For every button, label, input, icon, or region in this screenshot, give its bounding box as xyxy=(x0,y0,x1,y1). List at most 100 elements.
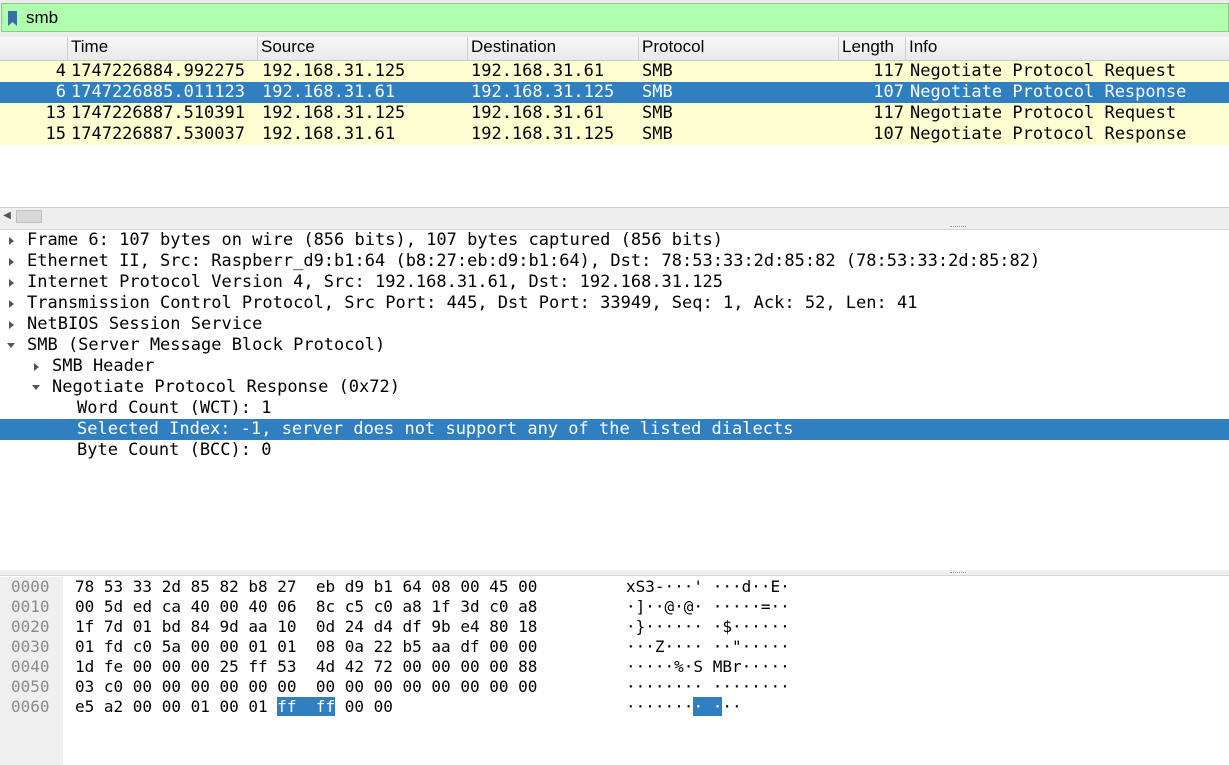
packet-time: 1747226887.530037 xyxy=(71,124,245,144)
packet-protocol: SMB xyxy=(642,82,673,102)
tree-item-label: Frame 6: 107 bytes on wire (856 bits), 1… xyxy=(27,230,723,250)
ascii-bytes[interactable]: ········ ··· xyxy=(626,697,742,716)
hex-bytes[interactable]: 03 c0 00 00 00 00 00 00 00 00 00 00 00 0… xyxy=(75,677,537,696)
hex-bytes[interactable]: 78 53 33 2d 85 82 b8 27 eb d9 b1 64 08 0… xyxy=(75,577,537,596)
packet-no: 13 xyxy=(45,103,66,123)
packet-list-header: Time Source Destination Protocol Length … xyxy=(0,37,1229,61)
scroll-left-icon[interactable]: ◀ xyxy=(0,208,14,224)
tree-item-label: Word Count (WCT): 1 xyxy=(77,398,272,418)
collapse-arrow-icon[interactable] xyxy=(7,343,15,348)
packet-no: 4 xyxy=(55,61,66,81)
expand-arrow-icon[interactable] xyxy=(9,300,14,308)
hex-bytes[interactable]: 1d fe 00 00 00 25 ff 53 4d 42 72 00 00 0… xyxy=(75,657,537,676)
packet-row[interactable]: 15 1747226887.530037 192.168.31.61 192.1… xyxy=(0,124,1229,145)
packet-row[interactable]: 13 1747226887.510391 192.168.31.125 192.… xyxy=(0,103,1229,124)
tree-item-label: Transmission Control Protocol, Src Port:… xyxy=(27,293,918,313)
tree-item-smb-header[interactable]: SMB Header xyxy=(0,356,1229,377)
tree-item-label: SMB (Server Message Block Protocol) xyxy=(27,335,386,355)
packet-length: 117 xyxy=(873,61,904,81)
column-header-no[interactable] xyxy=(0,37,68,61)
column-header-source[interactable]: Source xyxy=(258,37,468,61)
scrollbar-thumb[interactable] xyxy=(16,210,42,223)
byte-offset: 0060 xyxy=(11,697,50,716)
byte-offset: 0040 xyxy=(11,657,50,676)
collapse-arrow-icon[interactable] xyxy=(32,385,40,390)
hex-bytes[interactable]: 1f 7d 01 bd 84 9d aa 10 0d 24 d4 df 9b e… xyxy=(75,617,537,636)
packet-length: 107 xyxy=(873,124,904,144)
bookmark-icon[interactable] xyxy=(8,11,17,26)
packet-row-selected[interactable]: 6 1747226885.011123 192.168.31.61 192.16… xyxy=(0,82,1229,103)
tree-item-label: SMB Header xyxy=(52,356,155,376)
column-header-info[interactable]: Info xyxy=(906,37,1229,61)
tree-item-byte-count[interactable]: Byte Count (BCC): 0 xyxy=(0,440,1229,461)
tree-item-label: Selected Index: -1, server does not supp… xyxy=(77,419,794,439)
hex-bytes[interactable]: e5 a2 00 00 01 00 01 ff ff 00 00 xyxy=(75,697,393,716)
ascii-bytes[interactable]: ·}······ ·$······ xyxy=(626,617,790,636)
tree-item-negotiate-response[interactable]: Negotiate Protocol Response (0x72) xyxy=(0,377,1229,398)
tree-item-frame[interactable]: Frame 6: 107 bytes on wire (856 bits), 1… xyxy=(0,230,1229,251)
packet-source: 192.168.31.61 xyxy=(262,82,396,102)
packet-protocol: SMB xyxy=(642,103,673,123)
ascii-bytes[interactable]: xS3-···' ···d··E· xyxy=(626,577,790,596)
pane-splitter[interactable] xyxy=(0,570,1229,576)
splitter-grip-icon xyxy=(950,572,966,574)
packet-protocol: SMB xyxy=(642,61,673,81)
expand-arrow-icon[interactable] xyxy=(9,258,14,266)
tree-item-label: Negotiate Protocol Response (0x72) xyxy=(52,377,400,397)
byte-offset: 0020 xyxy=(11,617,50,636)
ascii-bytes-pre: ······· xyxy=(626,697,694,716)
expand-arrow-icon[interactable] xyxy=(9,279,14,287)
byte-offset: 0030 xyxy=(11,637,50,656)
column-header-length[interactable]: Length xyxy=(839,37,906,61)
column-header-destination[interactable]: Destination xyxy=(468,37,639,61)
tree-item-word-count[interactable]: Word Count (WCT): 1 xyxy=(0,398,1229,419)
splitter-grip-icon xyxy=(950,226,966,228)
display-filter-input[interactable]: smb xyxy=(1,3,1229,32)
ascii-bytes[interactable]: ·]··@·@· ·····=·· xyxy=(626,597,790,616)
packet-list: 4 1747226884.992275 192.168.31.125 192.1… xyxy=(0,61,1229,207)
packet-time: 1747226884.992275 xyxy=(71,61,245,81)
hex-bytes[interactable]: 01 fd c0 5a 00 00 01 01 08 0a 22 b5 aa d… xyxy=(75,637,537,656)
tree-item-tcp[interactable]: Transmission Control Protocol, Src Port:… xyxy=(0,293,1229,314)
column-header-time[interactable]: Time xyxy=(68,37,258,61)
tree-item-selected-index[interactable]: Selected Index: -1, server does not supp… xyxy=(0,419,1229,440)
byte-offset: 0010 xyxy=(11,597,50,616)
byte-offset: 0050 xyxy=(11,677,50,696)
expand-arrow-icon[interactable] xyxy=(9,321,14,329)
packet-row[interactable]: 4 1747226884.992275 192.168.31.125 192.1… xyxy=(0,61,1229,82)
tree-item-netbios[interactable]: NetBIOS Session Service xyxy=(0,314,1229,335)
packet-info: Negotiate Protocol Response xyxy=(910,124,1187,144)
column-header-protocol[interactable]: Protocol xyxy=(639,37,839,61)
hex-bytes[interactable]: 00 5d ed ca 40 00 40 06 8c c5 c0 a8 1f 3… xyxy=(75,597,537,616)
hex-bytes-highlighted: ff ff xyxy=(277,697,336,716)
packet-source: 192.168.31.125 xyxy=(262,103,406,123)
hex-bytes-post: 00 00 xyxy=(335,697,393,716)
tree-item-label: NetBIOS Session Service xyxy=(27,314,263,334)
packet-length: 107 xyxy=(873,82,904,102)
packet-no: 15 xyxy=(45,124,66,144)
tree-item-label: Byte Count (BCC): 0 xyxy=(77,440,272,460)
packet-list-hscrollbar[interactable]: ◀ xyxy=(0,207,1229,224)
hex-bytes-pre: e5 a2 00 00 01 00 01 xyxy=(75,697,278,716)
packet-source: 192.168.31.61 xyxy=(262,124,396,144)
packet-protocol: SMB xyxy=(642,124,673,144)
ascii-bytes[interactable]: ········ ········ xyxy=(626,677,790,696)
tree-item-smb[interactable]: SMB (Server Message Block Protocol) xyxy=(0,335,1229,356)
filter-text[interactable]: smb xyxy=(26,8,58,28)
expand-arrow-icon[interactable] xyxy=(34,363,39,371)
packet-bytes-pane: 0000 78 53 33 2d 85 82 b8 27 eb d9 b1 64… xyxy=(0,577,1229,765)
ascii-bytes-highlighted: · · xyxy=(693,697,723,716)
ascii-bytes[interactable]: ···Z···· ··"····· xyxy=(626,637,790,656)
tree-item-ethernet[interactable]: Ethernet II, Src: Raspberr_d9:b1:64 (b8:… xyxy=(0,251,1229,272)
tree-item-label: Internet Protocol Version 4, Src: 192.16… xyxy=(27,272,723,292)
byte-offset: 0000 xyxy=(11,577,50,596)
packet-destination: 192.168.31.125 xyxy=(471,82,615,102)
packet-time: 1747226887.510391 xyxy=(71,103,245,123)
ascii-bytes[interactable]: ·····%·S MBr····· xyxy=(626,657,790,676)
packet-destination: 192.168.31.61 xyxy=(471,103,605,123)
packet-destination: 192.168.31.125 xyxy=(471,124,615,144)
tree-item-ip[interactable]: Internet Protocol Version 4, Src: 192.16… xyxy=(0,272,1229,293)
tree-item-label: Ethernet II, Src: Raspberr_d9:b1:64 (b8:… xyxy=(27,251,1041,271)
expand-arrow-icon[interactable] xyxy=(9,237,14,245)
packet-length: 117 xyxy=(873,103,904,123)
